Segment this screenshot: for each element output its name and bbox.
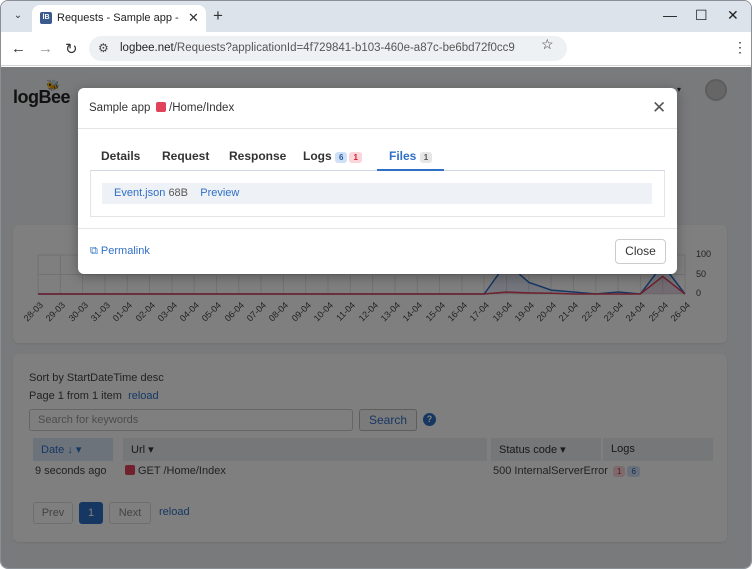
back-icon[interactable]: ← [11, 40, 26, 57]
file-size: 68B [168, 187, 189, 199]
tab-files[interactable]: Files 1 [389, 149, 434, 163]
minimize-icon[interactable]: — [663, 7, 677, 23]
tab-details[interactable]: Details [101, 149, 140, 163]
tab-search-icon[interactable]: ⌄ [9, 7, 27, 25]
browser-window: ⌄ lB Requests - Sample app - logBee ✕ + … [0, 0, 752, 569]
bookmark-star-icon[interactable]: ☆ [541, 36, 554, 53]
files-count-badge: 1 [419, 152, 433, 163]
reload-icon[interactable]: ↻ [65, 40, 78, 58]
modal-route: /Home/Index [156, 102, 234, 114]
favicon-icon: lB [40, 12, 52, 24]
external-link-icon: ⧉ [90, 245, 98, 257]
forward-icon[interactable]: → [38, 40, 53, 57]
file-row: Event.json 68B Preview [102, 183, 652, 204]
modal-footer: ⧉ Permalink Close [78, 228, 677, 274]
window-close-icon[interactable]: ✕ [727, 7, 739, 24]
error-square-icon [156, 102, 166, 112]
files-panel: Event.json 68B Preview [90, 171, 665, 217]
modal-tabs: Details Request Response Logs 61 Files 1 [90, 141, 665, 171]
maximize-icon[interactable]: ☐ [695, 7, 708, 24]
url-path: /Requests?applicationId=4f729841-b103-46… [173, 42, 515, 54]
tab-files-label: Files [389, 149, 417, 163]
tab-close-icon[interactable]: ✕ [188, 10, 199, 26]
close-button[interactable]: Close [615, 239, 666, 264]
tab-strip: ⌄ lB Requests - Sample app - logBee ✕ + … [1, 1, 751, 32]
request-details-modal: Sample app /Home/Index ✕ Details Request… [78, 88, 677, 274]
modal-header: Sample app /Home/Index ✕ [78, 88, 677, 129]
modal-app-name: Sample app [89, 102, 151, 114]
modal-close-icon[interactable]: ✕ [652, 98, 666, 118]
tab-logs[interactable]: Logs 61 [303, 149, 364, 163]
address-url: logbee.net/Requests?applicationId=4f7298… [120, 42, 515, 54]
browser-toolbar: ← → ↻ ⚙ logbee.net/Requests?applicationI… [1, 32, 751, 66]
tab-request[interactable]: Request [162, 149, 209, 163]
modal-route-text: /Home/Index [169, 102, 235, 114]
permalink-label: Permalink [100, 245, 150, 257]
tab-response[interactable]: Response [229, 149, 286, 163]
address-bar[interactable]: ⚙ logbee.net/Requests?applicationId=4f72… [89, 36, 567, 61]
file-name[interactable]: Event.json [114, 187, 165, 199]
tab-logs-label: Logs [303, 149, 332, 163]
site-settings-icon[interactable]: ⚙ [98, 41, 109, 55]
tab-title: Requests - Sample app - logBee [57, 12, 182, 24]
logs-error-badge: 1 [349, 152, 362, 163]
new-tab-icon[interactable]: + [213, 6, 223, 26]
browser-tab[interactable]: lB Requests - Sample app - logBee ✕ [32, 5, 206, 32]
preview-link[interactable]: Preview [200, 187, 239, 199]
permalink-link[interactable]: ⧉ Permalink [90, 245, 150, 258]
browser-menu-icon[interactable]: ⋮ [733, 39, 747, 56]
logs-info-badge: 6 [335, 152, 348, 163]
url-domain: logbee.net [120, 42, 174, 54]
